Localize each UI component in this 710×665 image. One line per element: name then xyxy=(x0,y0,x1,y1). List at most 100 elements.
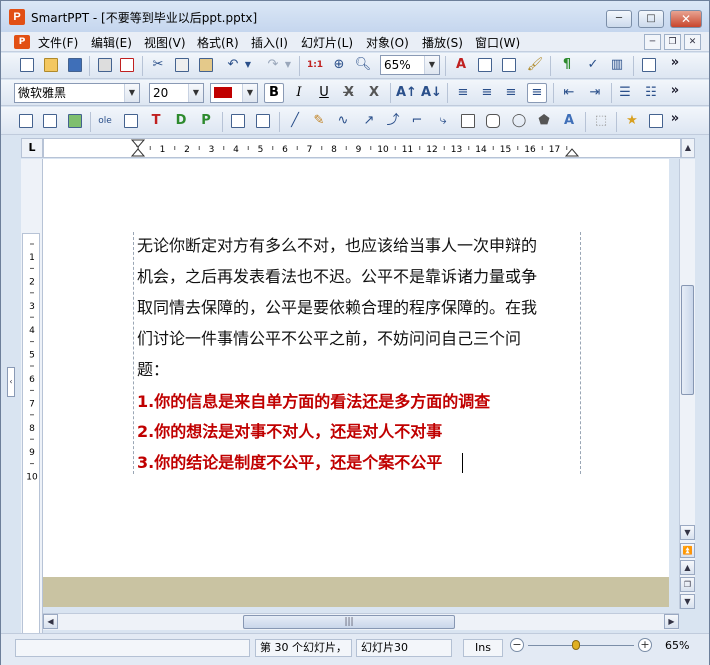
scroll-right-icon[interactable]: ▶ xyxy=(664,614,679,629)
vertical-ruler[interactable]: 1 2 3 4 5 6 7 8 9 10 xyxy=(21,159,43,653)
slide-frame-icon[interactable] xyxy=(639,55,659,75)
insert-textbox-icon[interactable] xyxy=(40,111,60,131)
chevron-down-icon[interactable]: ▼ xyxy=(188,84,203,102)
title-bar[interactable]: P SmartPPT - [不要等到毕业以后ppt.pptx] ─ □ ✕ xyxy=(1,1,709,32)
toolbar-overflow-icon[interactable]: » xyxy=(665,53,685,73)
curve-icon[interactable]: ∿ xyxy=(333,111,353,131)
actual-size-icon[interactable]: 1:1 xyxy=(305,55,325,75)
font-name-select[interactable]: 微软雅黑 ▼ xyxy=(14,83,140,103)
menu-window[interactable]: 窗口(W) xyxy=(475,34,520,51)
italic-button[interactable]: I xyxy=(289,83,309,103)
shapes-icon[interactable]: ⬟ xyxy=(534,111,554,131)
horizontal-scroll-thumb[interactable]: ||| xyxy=(243,615,455,629)
rectangle-icon[interactable] xyxy=(458,111,478,131)
slide-list-icon[interactable]: ❐ xyxy=(680,577,695,592)
spellcheck-icon[interactable]: ✓ xyxy=(583,55,603,75)
bullet-list-icon[interactable]: ☰ xyxy=(615,83,635,103)
chevron-down-icon[interactable]: ▼ xyxy=(124,84,139,102)
ruler-tab-selector[interactable]: L xyxy=(21,138,43,158)
zoom-region-icon[interactable]: ⊕ xyxy=(329,55,349,75)
decrease-font-icon[interactable]: A↓ xyxy=(421,83,442,103)
zoom-in-icon[interactable]: + xyxy=(638,638,652,652)
underline-button[interactable]: U xyxy=(314,83,334,103)
insert-date-icon[interactable]: D xyxy=(171,111,191,131)
print-icon[interactable] xyxy=(95,55,115,75)
format-painter-icon[interactable]: 🖌︎ xyxy=(525,55,545,75)
strikethrough-icon[interactable]: X xyxy=(364,83,384,103)
connector-icon[interactable]: ⤴ xyxy=(383,111,403,131)
new-icon[interactable] xyxy=(17,55,37,75)
double-strike-icon[interactable]: X̶ xyxy=(339,83,359,103)
mdi-restore-button[interactable]: ❐ xyxy=(664,34,681,50)
minimize-button[interactable]: ─ xyxy=(606,10,632,28)
numbered-list-icon[interactable]: ☷ xyxy=(641,83,661,103)
zoom-select[interactable]: 65% ▼ xyxy=(380,55,440,75)
insert-table-icon[interactable] xyxy=(499,55,519,75)
menu-play[interactable]: 播放(S) xyxy=(422,34,463,51)
align-right-icon[interactable]: ≡ xyxy=(501,83,521,103)
paste-icon[interactable] xyxy=(196,55,216,75)
scroll-top-icon[interactable]: ⏫ xyxy=(680,543,695,558)
copy-icon[interactable] xyxy=(172,55,192,75)
pencil-icon[interactable]: ✎ xyxy=(309,111,329,131)
insert-image-icon[interactable] xyxy=(65,111,85,131)
align-center-icon[interactable]: ≡ xyxy=(477,83,497,103)
redo-icon[interactable]: ↷ xyxy=(263,55,283,75)
next-slide-icon[interactable]: ▼ xyxy=(680,594,695,609)
slide-design-icon[interactable] xyxy=(253,111,273,131)
close-button[interactable]: ✕ xyxy=(670,10,702,28)
insert-text-frame-icon[interactable]: T xyxy=(146,111,166,131)
maximize-button[interactable]: □ xyxy=(638,10,664,28)
line-icon[interactable]: ╱ xyxy=(285,111,305,131)
panel-collapse-handle[interactable]: ‹ xyxy=(7,367,15,397)
decrease-indent-icon[interactable]: ⇤ xyxy=(559,83,579,103)
menu-insert[interactable]: 插入(I) xyxy=(251,34,288,51)
arrow-icon[interactable]: ↗ xyxy=(359,111,379,131)
document-icon[interactable]: P xyxy=(14,35,30,49)
insert-page-icon[interactable]: P xyxy=(196,111,216,131)
menu-edit[interactable]: 编辑(E) xyxy=(91,34,132,51)
curved-connector-icon[interactable]: ⤷ xyxy=(433,111,453,131)
chart-icon[interactable]: ▥ xyxy=(607,55,627,75)
menu-file[interactable]: 文件(F) xyxy=(38,34,78,51)
justify-icon[interactable]: ≡ xyxy=(527,83,547,103)
scroll-left-icon[interactable]: ◀ xyxy=(43,614,58,629)
text-style-icon[interactable]: A xyxy=(451,55,471,75)
toolbar-overflow-icon[interactable]: » xyxy=(665,109,685,129)
right-indent-marker-icon[interactable] xyxy=(564,148,580,157)
zoom-out-icon[interactable]: − xyxy=(510,638,524,652)
scroll-down-icon[interactable]: ▼ xyxy=(680,525,695,540)
rounded-rectangle-icon[interactable] xyxy=(483,111,503,131)
ellipse-icon[interactable]: ◯ xyxy=(509,111,529,131)
align-left-icon[interactable]: ≡ xyxy=(453,83,473,103)
chevron-down-icon[interactable]: ▼ xyxy=(424,56,439,74)
open-folder-icon[interactable] xyxy=(41,55,61,75)
bold-button[interactable]: B xyxy=(264,83,284,103)
insert-ole-icon[interactable]: ole xyxy=(95,111,115,131)
magnifier-icon[interactable]: 🔍︎ xyxy=(353,55,373,75)
zoom-slider-track[interactable] xyxy=(528,645,634,646)
insert-mode-status[interactable]: Ins xyxy=(463,639,503,657)
star-icon[interactable]: ★ xyxy=(622,111,642,131)
font-color-select[interactable]: ▼ xyxy=(210,83,258,103)
increase-indent-icon[interactable]: ⇥ xyxy=(585,83,605,103)
group-icon[interactable]: ⬚ xyxy=(591,111,611,131)
paragraph-mark-icon[interactable]: ¶ xyxy=(557,55,577,75)
cut-icon[interactable]: ✂ xyxy=(148,55,168,75)
export-pdf-icon[interactable] xyxy=(117,55,137,75)
undo-icon[interactable]: ↶ xyxy=(223,55,243,75)
vertical-scrollbar[interactable]: ▼ ⏫ ▲ ❐ ▼ xyxy=(679,159,695,609)
select-object-icon[interactable] xyxy=(16,111,36,131)
horizontal-ruler[interactable]: 11234567891011121314151617 xyxy=(43,138,681,158)
menu-slide[interactable]: 幻灯片(L) xyxy=(301,34,353,51)
insert-picture-icon[interactable] xyxy=(475,55,495,75)
save-icon[interactable] xyxy=(65,55,85,75)
edit-points-icon[interactable] xyxy=(646,111,666,131)
horizontal-scrollbar[interactable]: ◀ ||| ▶ xyxy=(43,613,679,630)
undo-dropdown-icon[interactable]: ▼ xyxy=(242,55,254,75)
vertical-scroll-thumb[interactable] xyxy=(681,285,694,395)
mdi-close-button[interactable]: ✕ xyxy=(684,34,701,50)
increase-font-icon[interactable]: A↑ xyxy=(396,83,417,103)
insert-object-icon[interactable] xyxy=(121,111,141,131)
font-size-select[interactable]: 20 ▼ xyxy=(149,83,204,103)
